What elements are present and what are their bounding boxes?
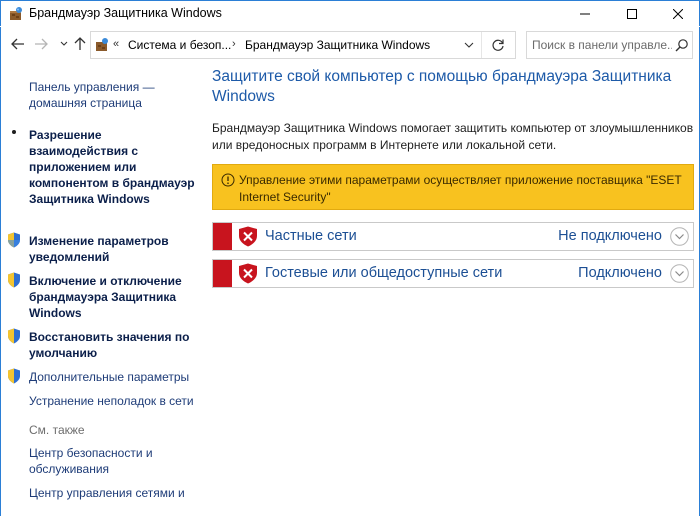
title-bar: Брандмауэр Защитника Windows (0, 0, 700, 26)
breadcrumb-separator[interactable]: › (232, 38, 236, 50)
status-bar-danger (213, 223, 232, 250)
see-also-heading: См. также (29, 423, 85, 437)
address-bar[interactable]: « Система и безоп... › Брандмауэр Защитн… (90, 31, 516, 59)
arrow-up-icon (74, 37, 86, 50)
control-panel-icon (96, 38, 108, 51)
search-icon[interactable] (675, 38, 689, 52)
uac-shield-icon (8, 272, 20, 288)
network-name: Гостевые или общедоступные сети (265, 265, 503, 281)
uac-shield-icon (8, 232, 20, 248)
warning-text: Управление этими параметрами осуществляе… (239, 173, 682, 204)
sidebar-item-notifications[interactable]: Изменение параметров уведомлений (29, 233, 201, 265)
refresh-icon[interactable] (491, 38, 505, 52)
network-status: Подключено (578, 265, 662, 281)
status-bar-danger (213, 260, 232, 287)
main-content: Защитите свой компьютер с помощью брандм… (205, 63, 700, 516)
sidebar-item-advanced-settings[interactable]: Дополнительные параметры (29, 369, 201, 385)
page-title: Защитите свой компьютер с помощью брандм… (212, 68, 672, 105)
search-box[interactable] (526, 31, 693, 59)
red-shield-x-icon (239, 263, 257, 284)
search-input[interactable] (527, 32, 672, 58)
recent-locations-button[interactable] (56, 36, 72, 52)
sidebar-item-allow-app[interactable]: Разрешение взаимодействия с приложением … (29, 127, 201, 207)
see-also-network-center[interactable]: Центр управления сетями и (29, 485, 201, 501)
breadcrumb-system-security[interactable]: Система и безоп... (128, 38, 231, 52)
address-divider (481, 32, 482, 58)
warning-icon (221, 173, 235, 187)
red-shield-x-icon (239, 226, 257, 247)
see-also-security-center[interactable]: Центр безопасности и обслуживания (29, 445, 201, 477)
network-row-public[interactable]: Гостевые или общедоступные сети Подключе… (212, 259, 694, 288)
breadcrumb-firewall[interactable]: Брандмауэр Защитника Windows (245, 38, 430, 52)
forward-button[interactable] (33, 36, 49, 52)
maximize-icon (627, 9, 637, 19)
uac-shield-icon (8, 368, 20, 384)
back-button[interactable] (10, 36, 26, 52)
bullet-icon (12, 130, 16, 134)
sidebar-item-troubleshoot[interactable]: Устранение неполадок в сети (29, 393, 201, 409)
breadcrumb-overflow[interactable]: « (113, 38, 119, 50)
close-icon (673, 9, 683, 19)
network-row-private[interactable]: Частные сети Не подключено (212, 222, 694, 251)
firewall-app-icon (10, 7, 22, 20)
chevron-down-circle-icon[interactable] (670, 264, 689, 283)
control-panel-home-link[interactable]: Панель управления — домашняя страница (29, 79, 201, 111)
maximize-button[interactable] (609, 1, 655, 27)
navigation-bar: « Система и безоп... › Брандмауэр Защитн… (0, 27, 700, 63)
sidebar-item-restore-defaults[interactable]: Восстановить значения по умолчанию (29, 329, 201, 361)
sidebar-item-turn-on-off[interactable]: Включение и отключение брандмауэра Защит… (29, 273, 201, 321)
address-dropdown-icon[interactable] (463, 39, 475, 51)
task-pane: Панель управления — домашняя страница Ра… (0, 63, 205, 516)
close-button[interactable] (655, 1, 700, 27)
chevron-down-icon (60, 41, 68, 46)
managed-by-vendor-banner: Управление этими параметрами осуществляе… (212, 164, 694, 210)
chevron-down-circle-icon[interactable] (670, 227, 689, 246)
arrow-left-icon (11, 38, 24, 50)
network-name: Частные сети (265, 228, 357, 244)
minimize-icon (580, 13, 590, 15)
page-description: Брандмауэр Защитника Windows помогает за… (212, 121, 694, 152)
minimize-button[interactable] (562, 1, 608, 27)
up-button[interactable] (72, 36, 88, 52)
window-title: Брандмауэр Защитника Windows (29, 6, 222, 20)
arrow-right-icon (35, 38, 48, 50)
uac-shield-icon (8, 328, 20, 344)
network-status: Не подключено (558, 228, 662, 244)
